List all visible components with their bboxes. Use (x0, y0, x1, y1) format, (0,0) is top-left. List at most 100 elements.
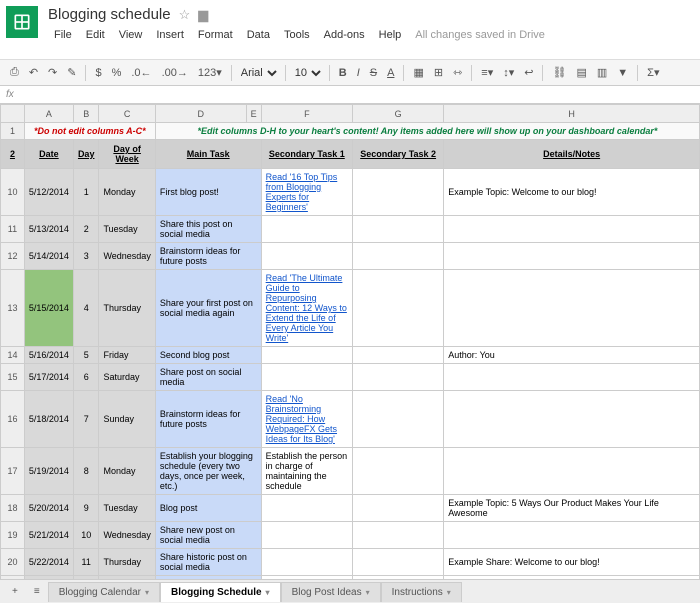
row-number[interactable]: 17 (1, 448, 25, 495)
all-sheets-button[interactable]: ≡ (26, 582, 48, 601)
row-number[interactable]: 11 (1, 216, 25, 243)
cell[interactable]: 1 (73, 169, 99, 216)
cell[interactable]: 9 (73, 495, 99, 522)
cell[interactable] (261, 495, 352, 522)
add-sheet-button[interactable]: + (4, 582, 26, 601)
row-number[interactable]: 2 (1, 140, 25, 169)
sheet-tab[interactable]: Blog Post Ideas ▾ (281, 582, 381, 602)
menu-add-ons[interactable]: Add-ons (318, 27, 371, 43)
hint-banner[interactable]: *Edit columns D-H to your heart's conten… (155, 123, 699, 140)
bold-icon[interactable]: B (335, 65, 351, 81)
cell[interactable]: Read 'No Brainstorming Required: How Web… (261, 391, 352, 448)
cell[interactable]: Second blog post (155, 347, 261, 364)
valign-icon[interactable]: ↕▾ (499, 64, 518, 81)
row-number[interactable]: 18 (1, 495, 25, 522)
cell[interactable]: Sunday (99, 391, 155, 448)
cell[interactable]: 5/12/2014 (24, 169, 73, 216)
percent-icon[interactable]: % (108, 65, 126, 81)
col-header[interactable]: G (353, 105, 444, 123)
cell[interactable] (444, 243, 700, 270)
cell[interactable]: Share post on social media (155, 364, 261, 391)
filter-icon[interactable]: ▼ (613, 65, 632, 81)
row-number[interactable]: 10 (1, 169, 25, 216)
cell[interactable]: Author: You (444, 347, 700, 364)
cell[interactable] (261, 522, 352, 549)
doc-title[interactable]: Blogging schedule (48, 6, 171, 23)
cell[interactable]: Establish the person in charge of mainta… (261, 448, 352, 495)
cell[interactable] (444, 364, 700, 391)
cell[interactable]: Read 'The Ultimate Guide to Repurposing … (261, 270, 352, 347)
cell[interactable]: 11 (73, 549, 99, 576)
col-header[interactable]: D (155, 105, 246, 123)
row-number[interactable]: 16 (1, 391, 25, 448)
cell[interactable] (353, 448, 444, 495)
cell[interactable] (353, 549, 444, 576)
col-header[interactable]: A (24, 105, 73, 123)
fill-icon[interactable]: ▦ (409, 64, 427, 81)
redo-icon[interactable]: ↷ (44, 64, 61, 81)
cell[interactable] (353, 522, 444, 549)
borders-icon[interactable]: ⊞ (430, 64, 447, 81)
cell[interactable] (261, 549, 352, 576)
print-icon[interactable]: ⎙ (6, 64, 23, 81)
col-sec2[interactable]: Secondary Task 2 (353, 140, 444, 169)
cell[interactable]: 5/13/2014 (24, 216, 73, 243)
col-header[interactable]: F (261, 105, 352, 123)
cell[interactable]: Monday (99, 169, 155, 216)
row-number[interactable]: 20 (1, 549, 25, 576)
menu-data[interactable]: Data (241, 27, 276, 43)
cell[interactable] (353, 364, 444, 391)
star-icon[interactable]: ☆ (179, 7, 191, 23)
cell[interactable]: Example Topic: Welcome to our blog! (444, 169, 700, 216)
menu-view[interactable]: View (113, 27, 149, 43)
cell[interactable]: Brainstorm ideas for future posts (155, 243, 261, 270)
col-header[interactable]: H (444, 105, 700, 123)
cell[interactable] (353, 216, 444, 243)
menu-insert[interactable]: Insert (150, 27, 190, 43)
row-number[interactable]: 19 (1, 522, 25, 549)
cell[interactable]: Wednesday (99, 522, 155, 549)
row-number[interactable]: 15 (1, 364, 25, 391)
cell[interactable] (444, 522, 700, 549)
cell[interactable]: 6 (73, 364, 99, 391)
cell[interactable]: 10 (73, 522, 99, 549)
spreadsheet-grid[interactable]: ABCDEFGH 1*Do not edit columns A-C**Edit… (0, 104, 700, 579)
col-main[interactable]: Main Task (155, 140, 261, 169)
wrap-icon[interactable]: ↩ (520, 64, 537, 81)
cell[interactable]: First blog post! (155, 169, 261, 216)
cell[interactable] (444, 270, 700, 347)
row-number[interactable]: 12 (1, 243, 25, 270)
cell[interactable]: Example Share: Welcome to our blog! (444, 549, 700, 576)
cell[interactable]: Blog post (155, 495, 261, 522)
cell[interactable]: 3 (73, 243, 99, 270)
cell[interactable]: 5/15/2014 (24, 270, 73, 347)
cell[interactable]: Thursday (99, 270, 155, 347)
cell[interactable]: Share historic post on social media (155, 549, 261, 576)
cell[interactable]: 5/14/2014 (24, 243, 73, 270)
col-dow[interactable]: Day of Week (99, 140, 155, 169)
col-header[interactable] (1, 105, 25, 123)
sheet-tab[interactable]: Instructions ▾ (381, 582, 462, 602)
undo-icon[interactable]: ↶ (25, 64, 42, 81)
cell[interactable]: Wednesday (99, 243, 155, 270)
cell[interactable] (261, 347, 352, 364)
menu-help[interactable]: Help (373, 27, 408, 43)
folder-icon[interactable]: ▆ (198, 7, 208, 23)
row-number[interactable]: 1 (1, 123, 25, 140)
col-header[interactable]: E (246, 105, 261, 123)
menu-file[interactable]: File (48, 27, 78, 43)
text-color-icon[interactable]: A (383, 65, 398, 81)
row-number[interactable]: 14 (1, 347, 25, 364)
cell[interactable]: 5/16/2014 (24, 347, 73, 364)
cell[interactable]: Tuesday (99, 495, 155, 522)
cell[interactable]: 5/20/2014 (24, 495, 73, 522)
col-day[interactable]: Day (73, 140, 99, 169)
cell[interactable] (353, 270, 444, 347)
col-header[interactable]: B (73, 105, 99, 123)
cell[interactable]: 5/21/2014 (24, 522, 73, 549)
paint-icon[interactable]: ✎ (63, 64, 80, 81)
comment-icon[interactable]: ▤ (572, 64, 590, 81)
link-icon[interactable]: ⛓ (548, 64, 570, 81)
cell[interactable]: 4 (73, 270, 99, 347)
col-header[interactable]: C (99, 105, 155, 123)
